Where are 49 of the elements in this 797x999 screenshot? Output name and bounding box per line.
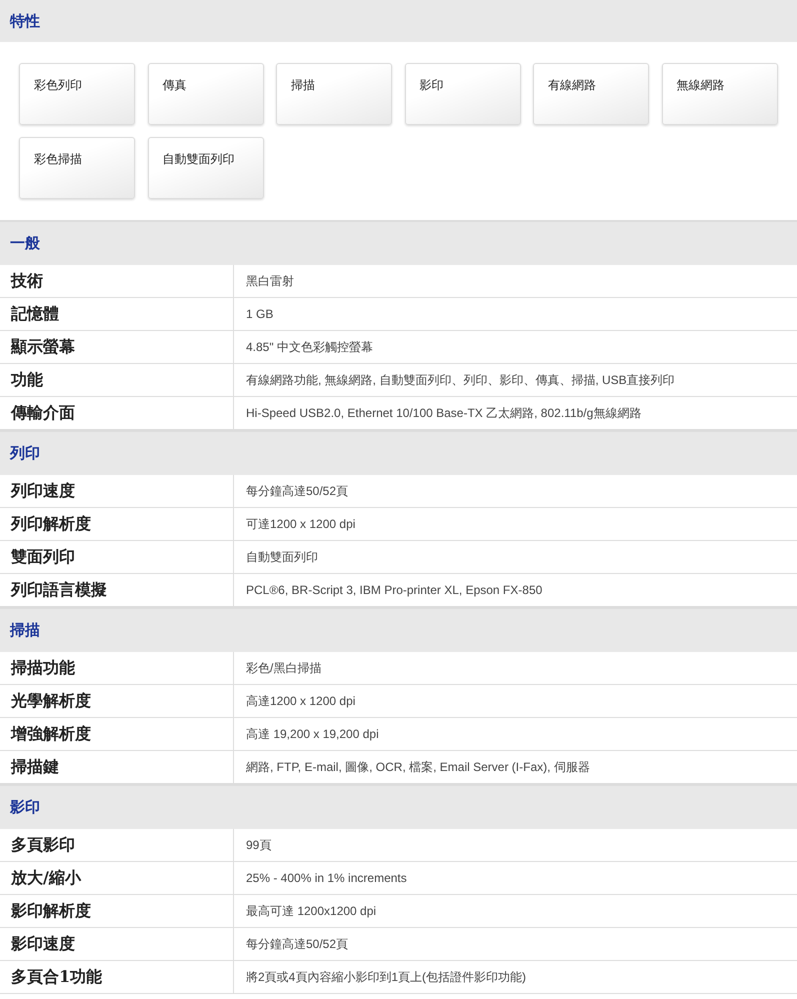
- spec-label: 記憶體: [11, 303, 59, 325]
- spec-label: 影印解析度: [11, 900, 91, 922]
- spec-label: 功能: [11, 369, 43, 391]
- section-title: 掃描: [10, 620, 40, 642]
- spec-label: 列印速度: [11, 480, 75, 502]
- spec-label: 多頁合1功能: [11, 966, 102, 988]
- spec-label: 掃描功能: [11, 657, 75, 679]
- feature-tile: 自動雙面列印: [148, 137, 264, 199]
- spec-value: 最高可達 1200x1200 dpi: [246, 903, 376, 920]
- spec-value: Hi-Speed USB2.0, Ethernet 10/100 Base-TX 乙太網路, 802.11b/g無線網路: [246, 405, 642, 422]
- feature-tile: 有線網路: [533, 63, 649, 125]
- spec-value: 1 GB: [246, 306, 274, 323]
- spec-label: 顯示螢幕: [11, 336, 75, 358]
- spec-value: 可達1200 x 1200 dpi: [246, 516, 356, 533]
- spec-label: 傳輸介面: [11, 402, 75, 424]
- feature-tile: 彩色列印: [19, 63, 135, 125]
- feature-tile: 無線網路: [662, 63, 778, 125]
- spec-value: 將2頁或4頁內容縮小影印到1頁上(包括證件影印功能): [246, 969, 526, 986]
- spec-label: 技術: [11, 270, 43, 292]
- section-title: 一般: [10, 233, 40, 254]
- spec-value: 自動雙面列印: [246, 549, 318, 566]
- spec-label: 增強解析度: [11, 723, 91, 745]
- spec-label: 列印解析度: [11, 513, 91, 535]
- spec-value: 高達1200 x 1200 dpi: [246, 693, 356, 710]
- spec-value: 有線網路功能, 無線網路, 自動雙面列印、列印、影印、傳真、掃描, USB直接列印: [246, 372, 675, 389]
- spec-value: 99頁: [246, 837, 272, 854]
- spec-label: 影印速度: [11, 933, 75, 955]
- spec-value: 每分鐘高達50/52頁: [246, 483, 348, 500]
- spec-label: 放大/縮小: [11, 867, 81, 889]
- spec-label: 光學解析度: [11, 690, 91, 712]
- spec-label: 列印語言模擬: [11, 579, 107, 601]
- spec-value: 黑白雷射: [246, 273, 294, 290]
- spec-value: PCL®6, BR-Script 3, IBM Pro-printer XL, Epson FX-850: [246, 582, 542, 599]
- spec-value: 每分鐘高達50/52頁: [246, 936, 348, 953]
- feature-tile: 掃描: [276, 63, 392, 125]
- section-title: 特性: [10, 10, 40, 32]
- spec-value: 網路, FTP, E-mail, 圖像, OCR, 檔案, Email Server (I-Fax), 伺服器: [246, 759, 590, 776]
- spec-label: 雙面列印: [11, 546, 75, 568]
- spec-value: 彩色/黑白掃描: [246, 660, 322, 677]
- section-title: 影印: [10, 797, 40, 818]
- spec-value: 4.85" 中文色彩觸控螢幕: [246, 339, 373, 356]
- spec-value: 高達 19,200 x 19,200 dpi: [246, 726, 379, 743]
- feature-tile: 影印: [404, 63, 520, 125]
- spec-label: 多頁影印: [11, 834, 75, 856]
- feature-tile: 彩色掃描: [19, 137, 135, 199]
- feature-tile: 傳真: [148, 63, 264, 125]
- spec-label: 掃描鍵: [11, 756, 59, 778]
- section-title: 列印: [10, 443, 40, 464]
- spec-value: 25% - 400% in 1% increments: [246, 870, 407, 887]
